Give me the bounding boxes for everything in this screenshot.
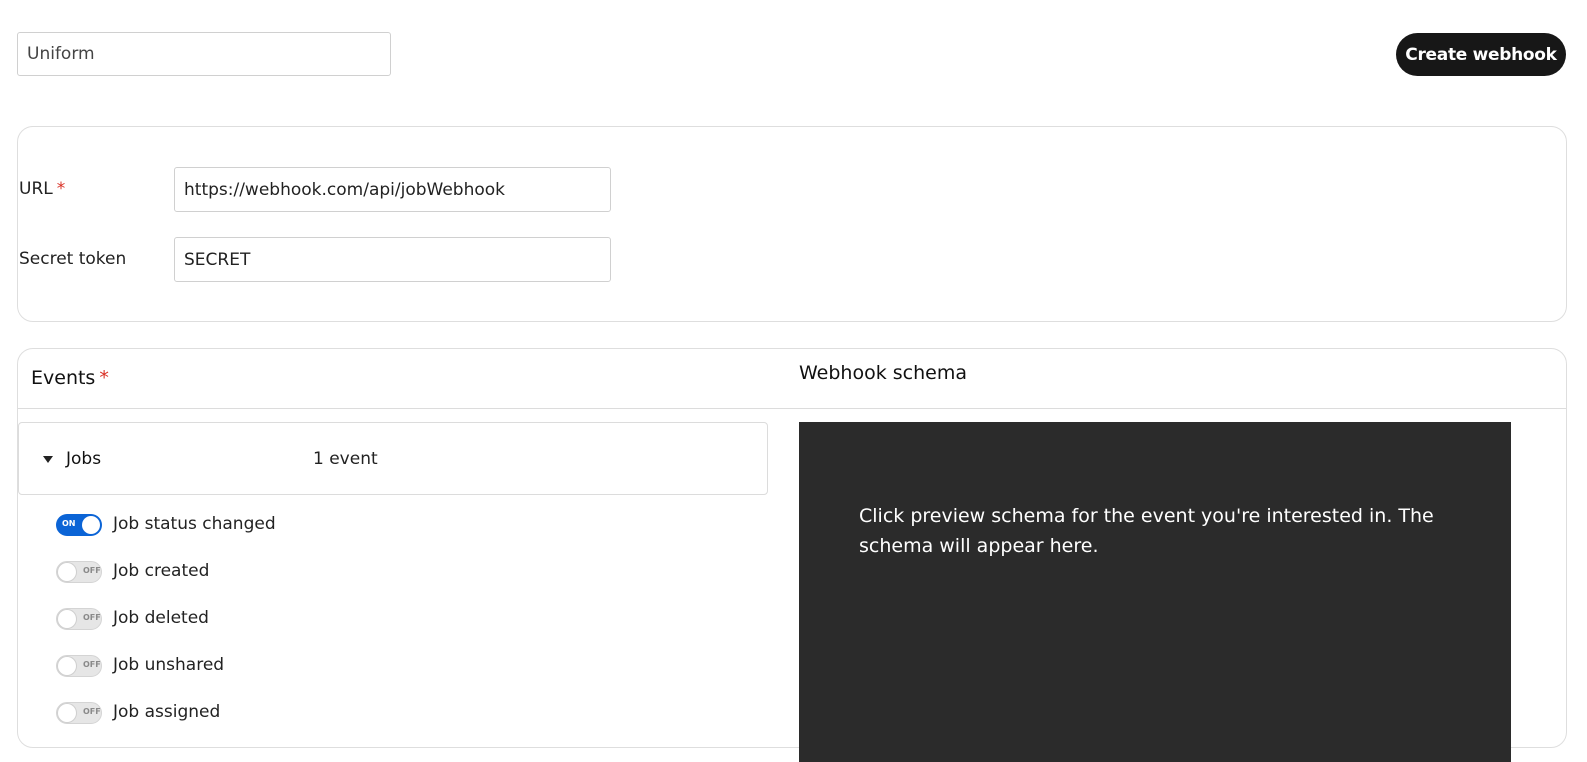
toggle-state-text: OFF (83, 566, 101, 575)
events-divider (18, 408, 1566, 409)
caret-down-icon[interactable] (43, 456, 53, 463)
create-webhook-button[interactable]: Create webhook (1396, 33, 1566, 76)
job-status-changed-toggle[interactable]: ON (56, 514, 102, 536)
toggle-state-text: ON (62, 519, 76, 528)
event-item-job-deleted: OFF Job deleted (56, 608, 456, 632)
event-label: Job created (113, 561, 210, 581)
toggle-state-text: OFF (83, 707, 101, 716)
toggle-state-text: OFF (83, 613, 101, 622)
event-item-job-created: OFF Job created (56, 561, 456, 585)
toggle-knob (58, 704, 76, 722)
toggle-knob (58, 657, 76, 675)
event-label: Job deleted (113, 608, 209, 628)
event-item-job-status-changed: ON Job status changed (56, 514, 456, 538)
events-required-marker: * (99, 367, 109, 389)
events-title-text: Events (31, 367, 96, 389)
event-label: Job unshared (113, 655, 225, 675)
event-item-job-assigned: OFF Job assigned (56, 702, 456, 726)
url-required-marker: * (56, 179, 66, 199)
secret-token-label: Secret token (19, 249, 127, 269)
url-label: URL * (19, 179, 65, 199)
job-deleted-toggle[interactable]: OFF (56, 608, 102, 630)
webhook-name-input[interactable] (17, 32, 391, 76)
events-card: Events * Webhook schema Jobs 1 event ON J… (17, 348, 1567, 762)
webhook-config-card: URL* Secret token (17, 126, 1567, 322)
toggle-knob (58, 610, 76, 628)
toggle-knob (58, 563, 76, 581)
schema-placeholder-text: Click preview schema for the event you'r… (859, 505, 1434, 557)
jobs-group-label: Jobs (66, 449, 102, 469)
event-item-job-unshared: OFF Job unshared (56, 655, 456, 679)
schema-preview-panel: Click preview schema for the event you'r… (799, 422, 1511, 762)
job-unshared-toggle[interactable]: OFF (56, 655, 102, 677)
secret-token-input[interactable] (174, 237, 611, 282)
job-created-toggle[interactable]: OFF (56, 561, 102, 583)
events-title: Events * (31, 367, 109, 389)
jobs-event-count: 1 event (313, 449, 378, 469)
event-label: Job status changed (113, 514, 276, 534)
url-label-text: URL (19, 179, 53, 199)
toggle-state-text: OFF (83, 660, 101, 669)
event-label: Job assigned (113, 702, 221, 722)
webhook-schema-title: Webhook schema (799, 362, 967, 384)
url-input[interactable] (174, 167, 611, 212)
toggle-knob (82, 516, 100, 534)
jobs-group-header[interactable]: Jobs 1 event (18, 422, 768, 495)
job-assigned-toggle[interactable]: OFF (56, 702, 102, 724)
